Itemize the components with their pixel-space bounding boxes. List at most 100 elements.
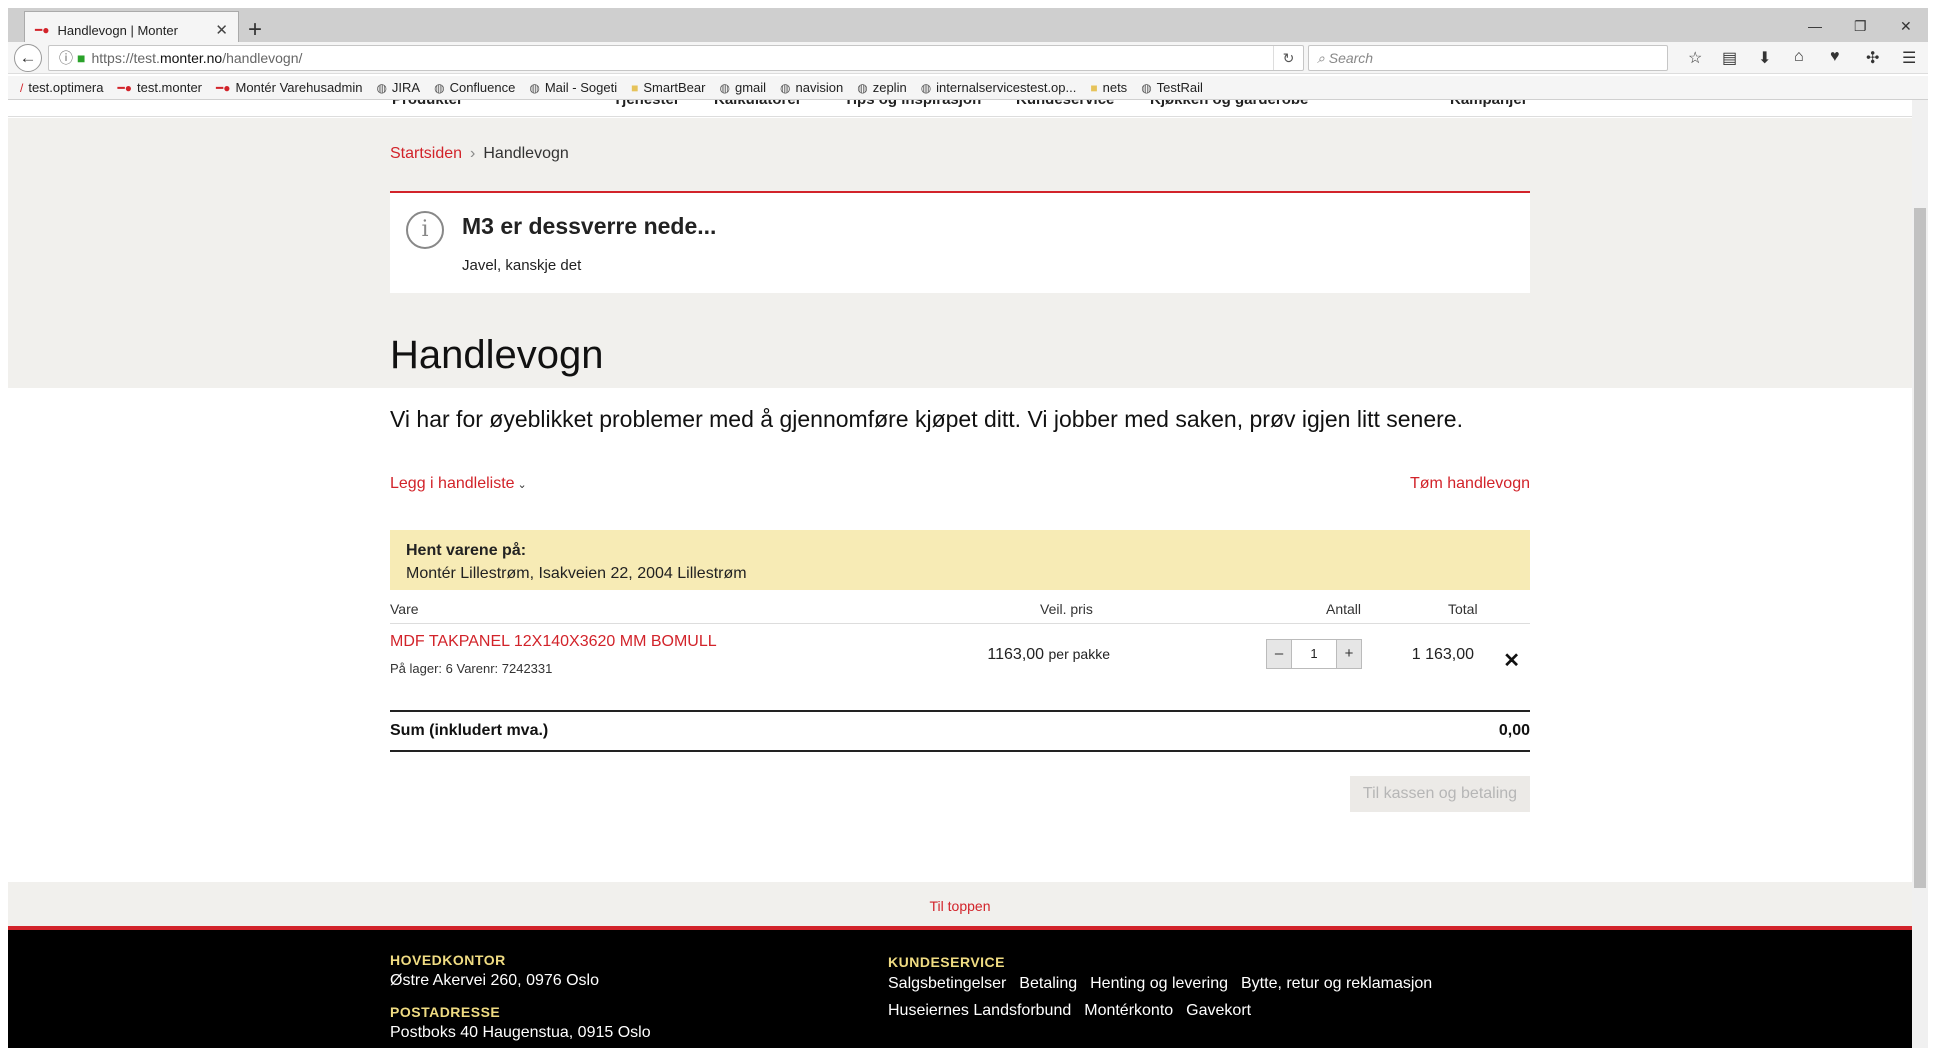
add-to-list-label: Legg i handleliste [390, 475, 515, 492]
empty-cart-link[interactable]: Tøm handlevogn [1410, 475, 1530, 493]
nav-item[interactable]: Kundeservice [1016, 100, 1114, 108]
bookmark-item[interactable]: ■ nets [1090, 80, 1127, 95]
nav-item[interactable]: Kalkulatorer [714, 100, 802, 108]
pickup-address: Montér Lillestrøm, Isakveien 22, 2004 Li… [406, 565, 747, 582]
monter-icon: ━● [117, 80, 132, 95]
bookmark-label: Mail - Sogeti [544, 80, 618, 95]
info-icon[interactable]: ⓘ [59, 50, 73, 66]
globe-icon: ◍ [780, 80, 791, 95]
footer: HOVEDKONTOR Østre Akervei 260, 0976 Oslo… [8, 930, 1912, 1048]
nav-item[interactable]: Produkter [392, 100, 463, 108]
bookmark-item[interactable]: ◍ JIRA [376, 80, 420, 95]
monter-icon: ━● [216, 80, 231, 95]
nav-item[interactable]: Kampanjer [1450, 100, 1528, 108]
globe-icon: ◍ [1141, 80, 1152, 95]
price-unit: per pakke [1048, 646, 1110, 662]
footer-link[interactable]: Betaling [1019, 975, 1077, 992]
product-meta: På lager: 6 Varenr: 7242331 [390, 661, 553, 676]
hq-address: Østre Akervei 260, 0976 Oslo [390, 972, 599, 989]
footer-link[interactable]: Salgsbetingelser [888, 975, 1006, 992]
bookmark-item[interactable]: ━● test.monter [118, 80, 203, 95]
url-prefix: https://test. [91, 50, 160, 66]
footer-link[interactable]: Huseiernes Landsforbund [888, 1002, 1071, 1019]
error-alert: i M3 er dessverre nede... Javel, kanskje… [390, 191, 1530, 293]
nav-item[interactable]: Kjøkken og garderobe [1150, 100, 1308, 108]
globe-icon: ◍ [857, 80, 868, 95]
bookmark-label: Montér Varehusadmin [235, 80, 363, 95]
footer-link[interactable]: Gavekort [1186, 1002, 1251, 1019]
page-scrollbar[interactable] [1912, 100, 1928, 1048]
url-bar[interactable]: ⓘ ■ https://test.monter.no/handlevogn/ ↻ [48, 45, 1304, 71]
scrollbar-thumb[interactable] [1914, 208, 1926, 888]
extension-icon[interactable]: ✣ [1866, 48, 1879, 68]
row-total: 1 163,00 [1411, 646, 1474, 663]
breadcrumb-home-link[interactable]: Startsiden [390, 145, 462, 162]
bookmark-item[interactable]: ━● Montér Varehusadmin [216, 80, 362, 95]
bookmark-label: TestRail [1156, 80, 1203, 95]
bookmark-item[interactable]: ◍ zeplin [857, 80, 906, 95]
new-tab-button[interactable]: + [248, 16, 262, 44]
footer-link[interactable]: Bytte, retur og reklamasjon [1241, 975, 1432, 992]
product-name-link[interactable]: MDF TAKPANEL 12X140X3620 MM BOMULL [390, 633, 717, 651]
add-to-list-dropdown[interactable]: Legg i handleliste ⌄ [390, 475, 527, 493]
checkout-button[interactable]: Til kassen og betaling [1350, 776, 1530, 812]
bookmark-label: nets [1102, 80, 1128, 95]
header-price: Veil. pris [1040, 601, 1093, 617]
bookmark-item[interactable]: ◍ internalservicestest.op... [921, 80, 1077, 95]
cart-table-header: Vare Veil. pris Antall Total [390, 594, 1530, 624]
sum-value: 0,00 [1498, 722, 1530, 739]
header-qty: Antall [1326, 601, 1362, 617]
bookmark-item[interactable]: ◍ navision [780, 80, 843, 95]
site-main-nav: Produkter Tjenester Kalkulatorer Tips og… [8, 100, 1912, 117]
bookmark-label: gmail [734, 80, 767, 95]
problem-message: Vi har for øyeblikket problemer med å gj… [390, 406, 1463, 432]
bookmark-item[interactable]: ◍ gmail [719, 80, 766, 95]
globe-icon: ◍ [434, 80, 445, 95]
bookmark-label: zeplin [872, 80, 907, 95]
chevron-right-icon: › [470, 145, 476, 162]
home-icon[interactable]: ⌂ [1794, 48, 1804, 66]
footer-link[interactable]: Henting og levering [1090, 975, 1228, 992]
menu-icon[interactable]: ☰ [1902, 48, 1916, 68]
bookmark-item[interactable]: ◍ TestRail [1141, 80, 1203, 95]
bookmark-item[interactable]: ◍ Mail - Sogeti [529, 80, 617, 95]
back-button[interactable]: ← [14, 44, 42, 72]
increase-qty-button[interactable]: + [1337, 640, 1361, 668]
bookmark-label: JIRA [391, 80, 421, 95]
footer-link[interactable]: Montérkonto [1084, 1002, 1173, 1019]
url-path: /handlevogn/ [222, 50, 303, 66]
close-tab-icon[interactable]: ✕ [215, 21, 228, 39]
close-window-icon[interactable]: ✕ [1900, 18, 1912, 35]
decrease-qty-button[interactable]: – [1267, 640, 1291, 668]
bookmark-item[interactable]: ■ SmartBear [631, 80, 705, 95]
nav-item[interactable]: Tips og inspirasjon [844, 100, 981, 108]
restore-icon[interactable]: ❐ [1854, 18, 1867, 35]
breadcrumb: Startsiden › Handlevogn [390, 145, 569, 163]
minimize-icon[interactable]: — [1808, 18, 1822, 34]
remove-item-icon[interactable]: ✕ [1503, 648, 1520, 673]
reload-icon[interactable]: ↻ [1273, 46, 1303, 70]
globe-icon: ◍ [920, 80, 932, 95]
lock-icon: ■ [77, 50, 86, 66]
nav-item[interactable]: Tjenester [613, 100, 680, 108]
to-top-link[interactable]: Til toppen [8, 898, 1912, 914]
breadcrumb-current: Handlevogn [483, 145, 569, 162]
product-price: 1163,00 per pakke [987, 646, 1110, 664]
bookmark-item[interactable]: ◍ Confluence [434, 80, 515, 95]
quantity-input[interactable]: 1 [1291, 640, 1337, 668]
customer-service-heading: KUNDESERVICE [888, 954, 1005, 970]
globe-icon: ◍ [376, 80, 387, 95]
reading-list-icon[interactable]: ▤ [1722, 48, 1737, 68]
download-icon[interactable]: ⬇ [1758, 48, 1771, 68]
postal-heading: POSTADRESSE [390, 1004, 501, 1020]
navigation-bar: ← ⓘ ■ https://test.monter.no/handlevogn/ ↻… [8, 42, 1928, 74]
bookmark-star-icon[interactable]: ☆ [1688, 48, 1702, 68]
bookmarks-bar: / test.optimera ━● test.monter ━● Montér Va… [8, 76, 1928, 100]
header-total: Total [1448, 601, 1478, 617]
search-input[interactable]: ⌕ Search [1308, 45, 1668, 71]
to-top-band: Til toppen [8, 882, 1912, 930]
quantity-stepper: – 1 + [1266, 639, 1362, 669]
pocket-icon[interactable]: ♥ [1830, 48, 1840, 66]
search-placeholder: Search [1328, 50, 1374, 66]
bookmark-item[interactable]: / test.optimera [20, 80, 104, 95]
